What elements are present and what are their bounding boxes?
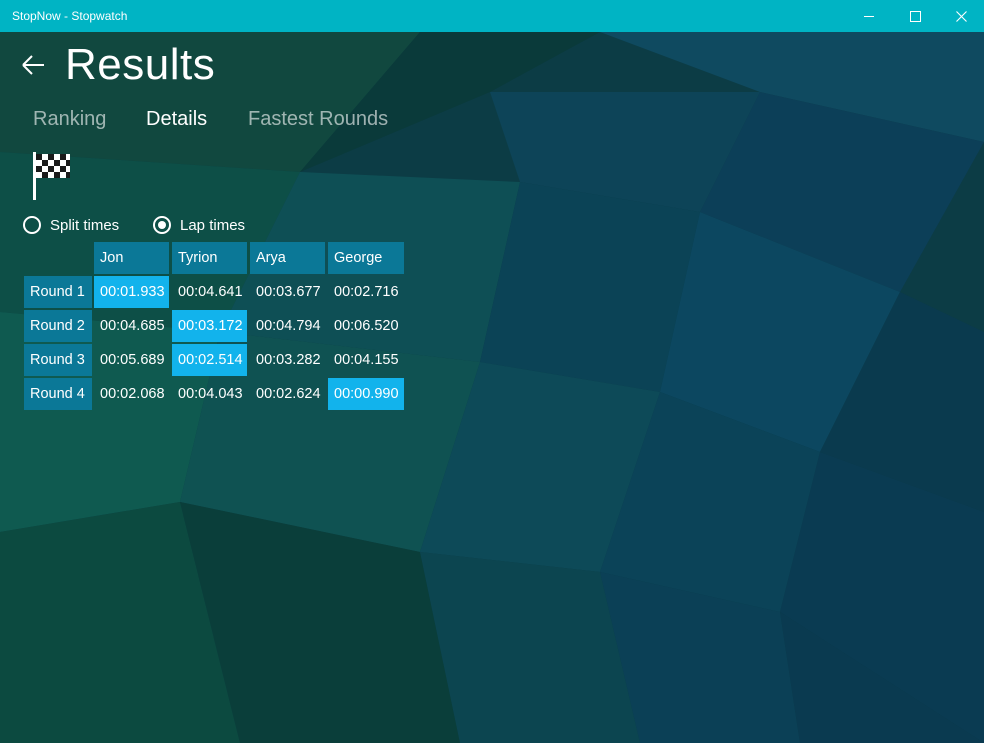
checkered-flag-icon	[33, 152, 70, 200]
maximize-icon	[909, 10, 921, 22]
tab-ranking[interactable]: Ranking	[33, 108, 106, 131]
row-header-round-2: Round 2	[24, 310, 92, 342]
time-cell: 00:01.933	[94, 276, 169, 308]
minimize-button[interactable]	[846, 0, 892, 32]
time-cell: 00:04.155	[334, 352, 399, 368]
back-arrow-icon	[22, 55, 44, 75]
split-times-label: Split times	[50, 216, 120, 234]
maximize-button[interactable]	[892, 0, 938, 32]
time-cell: 00:04.043	[178, 386, 243, 402]
time-cell: 00:02.068	[100, 386, 165, 402]
time-cell: 00:00.990	[328, 378, 404, 410]
back-button[interactable]	[20, 52, 50, 78]
close-icon	[955, 10, 967, 22]
radio-circle-checked	[153, 216, 171, 234]
lap-times-radio[interactable]: Lap times	[153, 216, 245, 234]
split-times-radio[interactable]: Split times	[23, 216, 119, 234]
page-title: Results	[65, 40, 216, 89]
row-header-round-4: Round 4	[24, 378, 92, 410]
lap-times-label: Lap times	[180, 216, 246, 234]
app-content: Results Ranking Details Fastest Rounds S…	[0, 32, 984, 743]
close-button[interactable]	[938, 0, 984, 32]
time-cell: 00:04.641	[178, 284, 243, 300]
time-cell: 00:02.514	[172, 344, 247, 376]
time-cell: 00:03.677	[256, 284, 321, 300]
tab-fastest-rounds[interactable]: Fastest Rounds	[248, 108, 388, 131]
time-cell: 00:05.689	[100, 352, 165, 368]
time-cell: 00:03.172	[172, 310, 247, 342]
time-cell: 00:04.794	[256, 318, 321, 334]
column-header-jon: Jon	[94, 242, 169, 274]
title-bar: StopNow - Stopwatch	[0, 0, 984, 32]
tab-details[interactable]: Details	[146, 108, 207, 131]
time-cell: 00:02.624	[256, 386, 321, 402]
time-cell: 00:03.282	[256, 352, 321, 368]
minimize-icon	[864, 15, 874, 17]
time-cell: 00:06.520	[334, 318, 399, 334]
column-header-tyrion: Tyrion	[172, 242, 247, 274]
radio-circle	[23, 216, 41, 234]
time-cell: 00:02.716	[334, 284, 399, 300]
time-cell: 00:04.685	[100, 318, 165, 334]
column-header-george: George	[328, 242, 404, 274]
column-header-arya: Arya	[250, 242, 325, 274]
row-header-round-3: Round 3	[24, 344, 92, 376]
window-title: StopNow - Stopwatch	[12, 9, 128, 23]
row-header-round-1: Round 1	[24, 276, 92, 308]
